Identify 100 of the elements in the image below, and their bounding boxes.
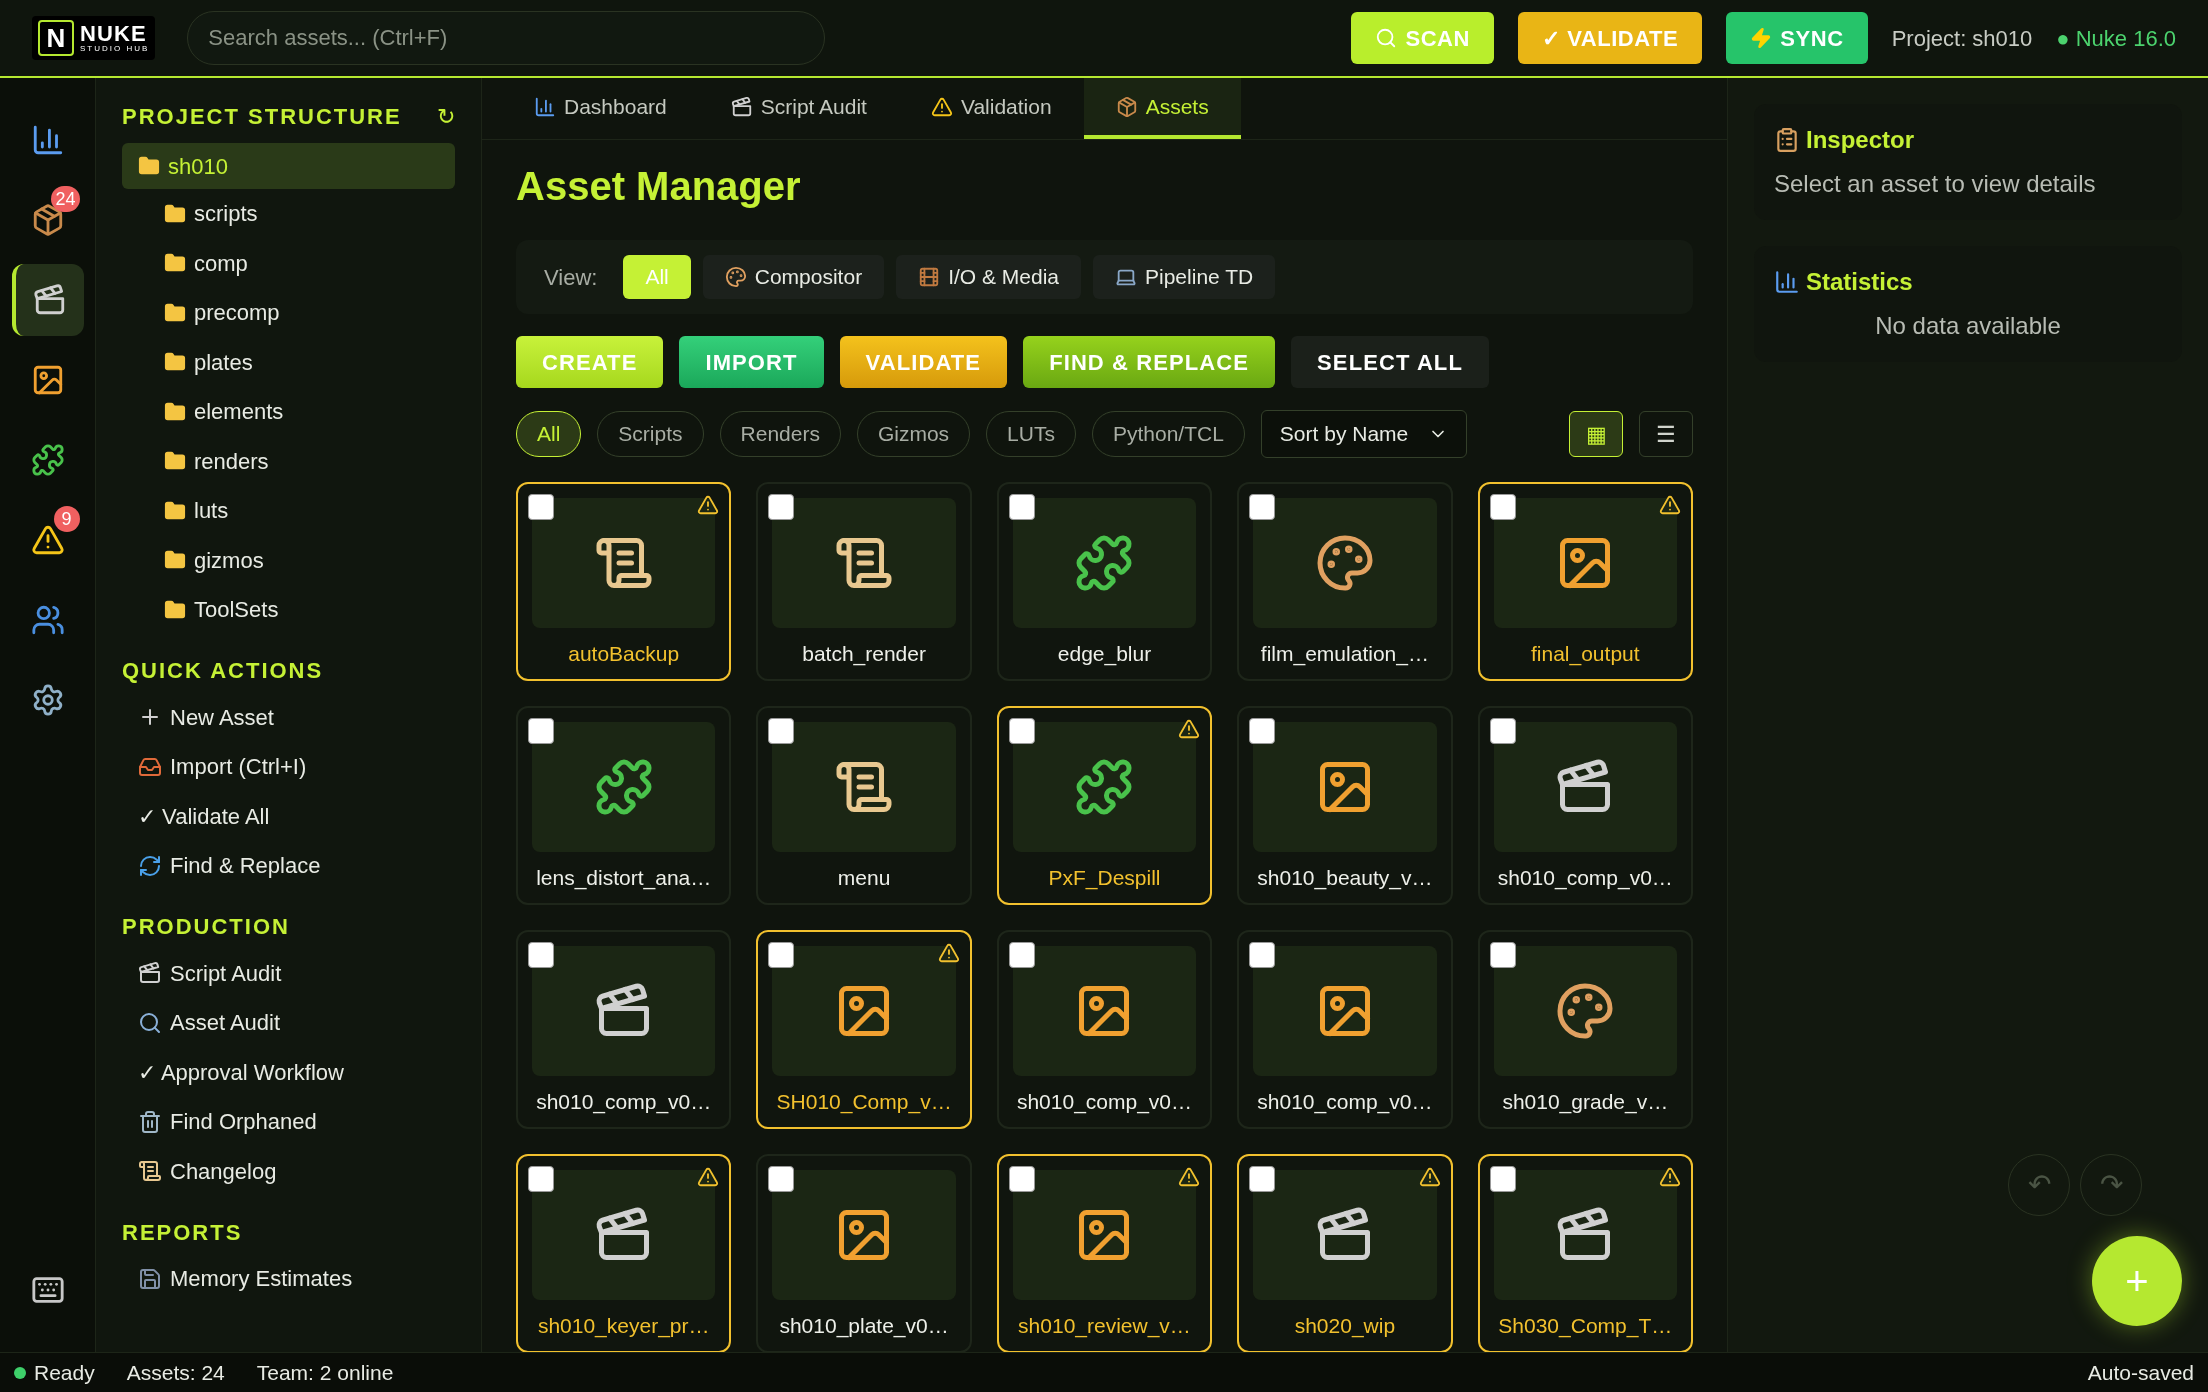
checkbox[interactable] bbox=[1008, 1166, 1035, 1192]
asset-card[interactable]: batch_render bbox=[756, 482, 972, 681]
tree-item[interactable]: gizmos bbox=[122, 535, 455, 585]
asset-card[interactable]: PxF_Despill bbox=[996, 706, 1213, 905]
view-option[interactable]: Pipeline TD bbox=[1093, 255, 1276, 299]
asset-card[interactable]: sh010_keyer_pr… bbox=[516, 1154, 732, 1352]
folder-icon bbox=[164, 400, 186, 423]
chart-icon bbox=[1774, 269, 1800, 295]
warning-icon bbox=[30, 523, 65, 557]
asset-card[interactable]: sh010_comp_v0… bbox=[516, 930, 732, 1129]
checkbox[interactable] bbox=[1249, 1166, 1276, 1192]
asset-card[interactable]: SH010_Comp_v… bbox=[756, 930, 972, 1129]
checkbox[interactable] bbox=[528, 942, 554, 968]
sidebar-item[interactable]: Find Orphaned bbox=[122, 1097, 455, 1147]
sidebar-item[interactable]: Memory Estimates bbox=[122, 1254, 455, 1304]
project-label: Project: sh010 bbox=[1891, 24, 2033, 53]
asset-name: sh010_comp_v0… bbox=[535, 1089, 713, 1116]
rail-button[interactable] bbox=[11, 264, 84, 336]
asset-card[interactable]: sh010_comp_v0… bbox=[1477, 706, 1693, 905]
sidebar-item[interactable]: Script Audit bbox=[122, 948, 455, 998]
checkbox[interactable] bbox=[1489, 942, 1516, 968]
tree-item[interactable]: luts bbox=[122, 486, 455, 536]
clipboard-icon bbox=[1774, 127, 1800, 153]
asset-card[interactable]: film_emulation_… bbox=[1237, 482, 1453, 681]
asset-card[interactable]: edge_blur bbox=[996, 482, 1213, 681]
checkbox[interactable] bbox=[768, 942, 795, 968]
tree-item[interactable]: scripts bbox=[122, 189, 455, 239]
checkbox[interactable] bbox=[768, 494, 795, 520]
asset-name: PxF_Despill bbox=[1047, 865, 1162, 892]
sidebar-item[interactable]: Find & Replace bbox=[122, 841, 455, 891]
action-button[interactable]: SELECT ALL bbox=[1291, 336, 1489, 388]
tab[interactable]: Assets bbox=[1083, 78, 1241, 139]
checkbox[interactable] bbox=[1489, 1166, 1516, 1192]
tree-item[interactable]: plates bbox=[122, 337, 455, 387]
checkbox[interactable] bbox=[1489, 494, 1516, 520]
sidebar-item[interactable]: New Asset bbox=[122, 692, 455, 742]
sidebar-item[interactable]: ✓ Validate All bbox=[122, 791, 455, 841]
folder-icon bbox=[164, 301, 186, 324]
logo-mark: N bbox=[38, 20, 74, 56]
layout-toggle[interactable]: ▦ bbox=[1569, 411, 1623, 457]
checkbox[interactable] bbox=[528, 718, 554, 744]
checkbox[interactable] bbox=[1249, 718, 1276, 744]
asset-card[interactable]: sh010_grade_v… bbox=[1477, 930, 1693, 1129]
tree-item[interactable]: precomp bbox=[122, 288, 455, 338]
asset-card[interactable]: sh010_beauty_v… bbox=[1237, 706, 1453, 905]
checkbox[interactable] bbox=[528, 1166, 554, 1192]
team-status: Team: 2 online bbox=[256, 1359, 394, 1386]
section-heading: QUICK ACTIONS bbox=[122, 657, 325, 685]
search-field[interactable]: Search assets... (Ctrl+F) bbox=[187, 11, 826, 65]
tab[interactable]: Validation bbox=[898, 78, 1084, 139]
asset-card[interactable]: sh010_comp_v0… bbox=[1237, 930, 1453, 1129]
tree-item[interactable]: elements bbox=[122, 387, 455, 437]
filter-chip[interactable]: All bbox=[516, 411, 582, 457]
tree-item[interactable]: sh010 bbox=[122, 143, 455, 189]
tree-item[interactable]: renders bbox=[122, 436, 455, 486]
asset-name: batch_render bbox=[801, 641, 927, 668]
asset-card[interactable]: final_output bbox=[1477, 482, 1693, 681]
section-heading: PROJECT STRUCTURE bbox=[122, 103, 402, 131]
asset-name: sh010_grade_v… bbox=[1501, 1089, 1670, 1116]
clapperboard-icon bbox=[730, 95, 753, 118]
asset-card[interactable]: sh010_comp_v0… bbox=[996, 930, 1213, 1129]
checkbox[interactable] bbox=[768, 718, 795, 744]
asset-card[interactable]: sh010_review_v… bbox=[996, 1154, 1213, 1352]
asset-card[interactable]: autoBackup bbox=[516, 482, 732, 681]
sidebar-item[interactable]: ✓ Approval Workflow bbox=[122, 1047, 455, 1097]
puzzle-icon bbox=[30, 443, 65, 477]
warning-icon bbox=[930, 95, 953, 118]
asset-card[interactable]: sh010_plate_v0… bbox=[756, 1154, 972, 1352]
view-option[interactable]: I/O & Media bbox=[896, 255, 1081, 299]
checkbox[interactable] bbox=[768, 1166, 795, 1192]
package-icon bbox=[1115, 95, 1138, 118]
tab[interactable]: Dashboard bbox=[502, 78, 699, 139]
view-label: View: bbox=[544, 263, 598, 292]
search-icon bbox=[138, 1010, 162, 1035]
checkbox[interactable] bbox=[1008, 718, 1035, 744]
view-option[interactable]: Compositor bbox=[702, 255, 885, 299]
refresh-icon bbox=[138, 853, 162, 878]
asset-card[interactable]: menu bbox=[756, 706, 972, 905]
tree-item[interactable]: comp bbox=[122, 238, 455, 288]
asset-name: autoBackup bbox=[567, 641, 681, 667]
tree-item[interactable]: ToolSets bbox=[122, 585, 455, 635]
tab[interactable]: Script Audit bbox=[698, 78, 899, 139]
sidebar-item[interactable]: Changelog bbox=[122, 1146, 455, 1196]
asset-card[interactable]: Sh030_Comp_T… bbox=[1477, 1154, 1693, 1352]
statistics-empty: No data available bbox=[1874, 311, 2062, 341]
checkbox[interactable] bbox=[1489, 718, 1516, 744]
checkbox[interactable] bbox=[1249, 494, 1276, 520]
sidebar-item[interactable]: Asset Audit bbox=[122, 998, 455, 1048]
checkbox[interactable] bbox=[1249, 942, 1276, 968]
sidebar-item[interactable]: Import (Ctrl+I) bbox=[122, 742, 455, 792]
folder-icon bbox=[138, 155, 160, 177]
asset-card[interactable]: sh020_wip bbox=[1237, 1154, 1453, 1352]
refresh-button[interactable]: ↻ bbox=[437, 100, 455, 133]
checkbox[interactable] bbox=[1008, 494, 1035, 520]
sort-dropdown[interactable]: Sort by Name bbox=[1260, 410, 1467, 458]
layout-toggle[interactable]: ☰ bbox=[1639, 411, 1693, 457]
asset-card[interactable]: lens_distort_ana… bbox=[516, 706, 732, 905]
checkbox[interactable] bbox=[1008, 942, 1035, 968]
checkbox[interactable] bbox=[528, 494, 554, 520]
section-heading: REPORTS bbox=[122, 1218, 244, 1247]
